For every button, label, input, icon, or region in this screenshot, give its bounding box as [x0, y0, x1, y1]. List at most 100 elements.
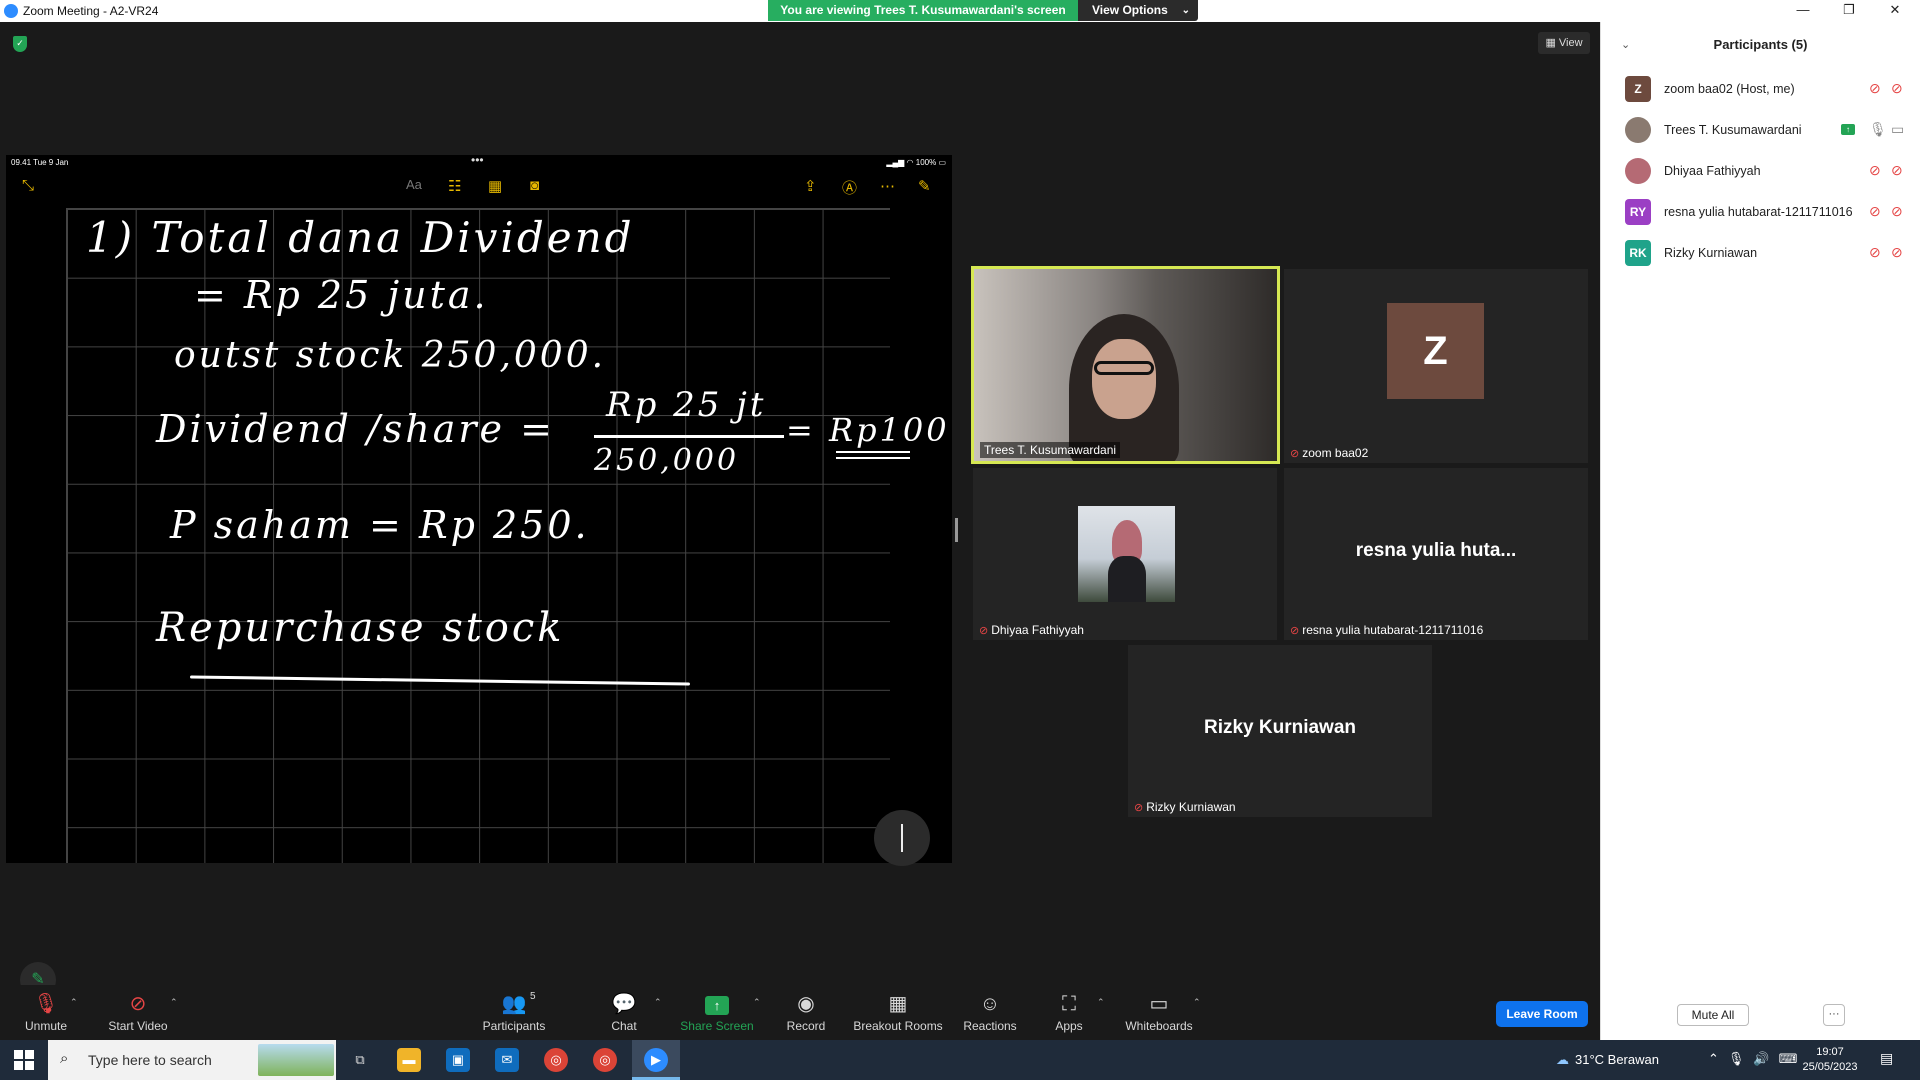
camera-icon: ◙: [530, 177, 540, 194]
view-options-button[interactable]: View Options ⌄: [1078, 0, 1198, 21]
more-options-button[interactable]: ···: [1823, 1004, 1845, 1026]
view-options-label: View Options: [1092, 3, 1168, 17]
caret-up-icon[interactable]: ⌃: [1097, 997, 1105, 1008]
record-label: Record: [786, 1019, 826, 1033]
start-video-button[interactable]: ⊘ Start Video ⌃: [88, 991, 188, 1033]
tile-name-tag: ⊘ zoom baa02: [1290, 446, 1368, 460]
tile-name-label: Rizky Kurniawan: [1146, 800, 1236, 814]
mic-muted-icon: ⊘: [1290, 448, 1300, 460]
participant-row[interactable]: Trees T. Kusumawardani ↑ 🎙 ▭: [1625, 115, 1915, 145]
participants-panel: ⌄ Participants (5) Z zoom baa02 (Host, m…: [1600, 22, 1920, 1040]
screen-sharing-icon: ↑: [1841, 124, 1855, 135]
text-format-icon: Aa: [406, 177, 422, 192]
handwriting-line: Rp 25 jt: [606, 385, 767, 425]
mic-icon[interactable]: 🎙: [1869, 121, 1887, 138]
tile-name-tag: ⊘ Dhiyaa Fathiyyah: [979, 623, 1084, 637]
mute-all-button[interactable]: Mute All: [1677, 1004, 1749, 1026]
video-off-icon[interactable]: ⊘: [1891, 203, 1903, 220]
apps-label: Apps: [1055, 1019, 1083, 1033]
tile-name-tag: Trees T. Kusumawardani: [980, 442, 1121, 458]
view-button[interactable]: ▦ View: [1538, 32, 1590, 54]
taskbar-clock[interactable]: 19:07 25/05/2023: [1788, 1045, 1872, 1075]
pencil-tool-icon[interactable]: [874, 810, 930, 866]
breakout-rooms-icon: ▦: [888, 993, 908, 1015]
video-tile-rizky[interactable]: Rizky Kurniawan ⊘ Rizky Kurniawan: [1128, 645, 1432, 817]
mic-muted-icon[interactable]: ⊘: [1869, 80, 1881, 97]
caret-up-icon[interactable]: ⌃: [70, 997, 78, 1008]
task-view-icon[interactable]: ⧉: [348, 1048, 372, 1072]
share-screen-button[interactable]: ↑ Share Screen ⌃: [667, 991, 767, 1033]
participant-name: Dhiyaa Fathiyyah: [1664, 164, 1761, 178]
whiteboards-button[interactable]: ▭ Whiteboards ⌃: [1109, 991, 1209, 1033]
chat-button[interactable]: 💬 Chat ⌃: [574, 991, 674, 1033]
store-icon[interactable]: ▣: [446, 1048, 470, 1072]
breakout-rooms-label: Breakout Rooms: [853, 1019, 943, 1033]
participant-name: Trees T. Kusumawardani: [1664, 123, 1802, 137]
tile-name-label: Dhiyaa Fathiyyah: [991, 623, 1084, 637]
video-tile-dhiyaa[interactable]: ⊘ Dhiyaa Fathiyyah: [973, 468, 1277, 640]
leave-room-button[interactable]: Leave Room: [1496, 1001, 1588, 1027]
unmute-label: Unmute: [24, 1019, 68, 1033]
windows-start-icon[interactable]: [14, 1050, 34, 1070]
participant-row[interactable]: RY resna yulia hutabarat-1211711016 ⊘ ⊘: [1625, 197, 1915, 227]
markup-icon: Ⓐ: [842, 180, 858, 197]
participant-name: zoom baa02 (Host, me): [1664, 82, 1795, 96]
tile-name-label: resna yulia hutabarat-1211711016: [1302, 623, 1484, 637]
participant-row[interactable]: RK Rizky Kurniawan ⊘ ⊘: [1625, 238, 1915, 268]
minimize-button[interactable]: —: [1780, 0, 1826, 22]
more-icon: ⋯: [880, 178, 895, 195]
ipad-status-time: 09.41 Tue 9 Jan: [11, 158, 69, 167]
mic-muted-icon: ⊘: [1134, 802, 1144, 814]
caret-up-icon[interactable]: ⌃: [654, 997, 662, 1008]
unmute-button[interactable]: 🎙 Unmute ⌃: [0, 991, 96, 1033]
window-title: Zoom Meeting - A2-VR24: [23, 4, 159, 18]
participants-button[interactable]: 👥 5 Participants: [464, 991, 564, 1033]
clock-time: 19:07: [1816, 1046, 1844, 1058]
ipad-multitask-dots: •••: [471, 153, 484, 167]
video-off-icon[interactable]: ⊘: [1891, 80, 1903, 97]
video-tile-trees[interactable]: Trees T. Kusumawardani: [971, 266, 1280, 464]
apps-button[interactable]: ⛶ Apps ⌃: [1019, 991, 1119, 1033]
security-shield-icon[interactable]: ✓: [13, 36, 27, 52]
taskbar-search-box[interactable]: ⌕ Type here to search: [48, 1040, 336, 1080]
mic-muted-icon[interactable]: ⊘: [1869, 244, 1881, 261]
handwriting-line: Repurchase stock: [156, 605, 565, 651]
file-explorer-icon[interactable]: ▬: [397, 1048, 421, 1072]
tile-name-tag: ⊘ resna yulia hutabarat-1211711016: [1290, 623, 1483, 637]
notification-icon[interactable]: ▤: [1880, 1050, 1893, 1067]
participant-face: [1092, 339, 1156, 419]
mic-muted-icon[interactable]: ⊘: [1869, 162, 1881, 179]
share-icon: ⇪: [804, 178, 817, 195]
participant-row[interactable]: Dhiyaa Fathiyyah ⊘ ⊘: [1625, 156, 1915, 186]
video-off-icon[interactable]: ⊘: [1891, 244, 1903, 261]
search-highlight-image: [258, 1044, 334, 1076]
fraction-bar: [594, 435, 784, 438]
breakout-rooms-button[interactable]: ▦ Breakout Rooms: [848, 991, 948, 1033]
avatar: RK: [1625, 240, 1651, 266]
share-screen-icon: ↑: [705, 996, 729, 1015]
close-button[interactable]: ✕: [1872, 0, 1918, 22]
profile-photo: [1078, 506, 1175, 602]
chrome-icon[interactable]: ◎: [544, 1048, 568, 1072]
participant-row[interactable]: Z zoom baa02 (Host, me) ⊘ ⊘: [1625, 74, 1915, 104]
video-icon[interactable]: ▭: [1891, 121, 1904, 138]
zoom-app-icon: ▶: [644, 1048, 668, 1072]
video-tile-zoom-baa02[interactable]: Z ⊘ zoom baa02: [1284, 269, 1588, 463]
weather-widget[interactable]: ☁ 31°C Berawan: [1556, 1052, 1659, 1068]
video-off-icon[interactable]: ⊘: [1891, 162, 1903, 179]
record-button[interactable]: ◉ Record: [756, 991, 856, 1033]
mail-icon[interactable]: ✉: [495, 1048, 519, 1072]
video-tile-resna[interactable]: resna yulia huta... ⊘ resna yulia hutabar…: [1284, 468, 1588, 640]
caret-up-icon[interactable]: ⌃: [170, 997, 178, 1008]
table-icon: ▦: [488, 178, 503, 195]
zoom-taskbar-button[interactable]: ▶: [632, 1040, 680, 1080]
split-view-handle[interactable]: [955, 518, 958, 542]
mic-muted-icon[interactable]: ⊘: [1869, 203, 1881, 220]
battery-percent: 100%: [915, 158, 937, 167]
search-placeholder: Type here to search: [88, 1052, 212, 1068]
screen-share-banner: You are viewing Trees T. Kusumawardani's…: [768, 0, 1078, 21]
avatar: Z: [1625, 76, 1651, 102]
restore-button[interactable]: ❐: [1826, 0, 1872, 22]
chrome-profile-icon[interactable]: ◎: [593, 1048, 617, 1072]
caret-up-icon[interactable]: ⌃: [1193, 997, 1201, 1008]
